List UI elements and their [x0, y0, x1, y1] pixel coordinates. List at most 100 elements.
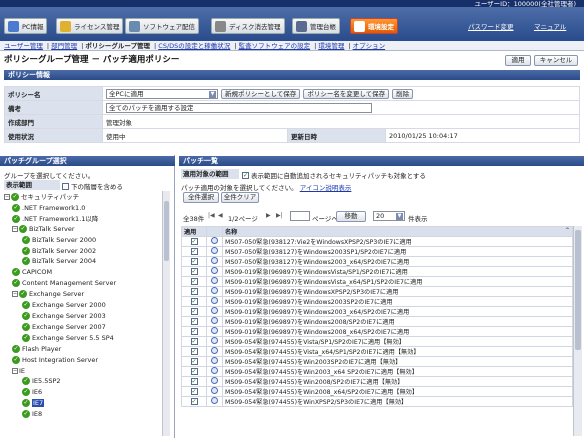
apply-cell[interactable]: ✓ — [181, 366, 207, 377]
table-row[interactable]: ✓ MS09-054緊急(974455)をVista_x64/SP1/SP2のIE… — [181, 346, 573, 357]
next-page-icon[interactable]: ▶ — [266, 212, 271, 219]
apply-cell[interactable]: ✓ — [181, 276, 207, 287]
table-row[interactable]: ✓ MS09-054緊急(974455)をWin2008_x64/SP2のIE7に… — [181, 386, 573, 397]
table-row[interactable]: ✓ MS07-050緊急(938127)をWindows2003_x64/SP2の… — [181, 256, 573, 267]
table-row[interactable]: ✓ MS09-019緊急(969897)をWindows2003SP2のIE7に適… — [181, 296, 573, 307]
subnav-option[interactable]: オプション — [353, 42, 386, 50]
note-input[interactable]: 全てのパッチを適用する設定 — [106, 102, 372, 113]
apply-cell[interactable]: ✓ — [181, 246, 207, 257]
checkbox[interactable]: ✓ — [190, 398, 198, 405]
tree-node[interactable]: ✓ IE5.5SP2 — [22, 377, 61, 385]
tree-node[interactable]: ✓ BizTalk Server 2000 — [22, 236, 96, 244]
collapse-icon[interactable]: − — [12, 368, 18, 374]
tree-node[interactable]: ✓ IE6 — [22, 388, 42, 396]
collapse-icon[interactable]: − — [4, 194, 10, 200]
apply-cell[interactable]: ✓ — [181, 266, 207, 277]
checkbox[interactable]: ✓ — [190, 318, 198, 325]
col-name-header[interactable]: 名称 ⌃ — [222, 226, 573, 237]
tree-node[interactable]: ✓ .NET Framework1.0 — [12, 204, 85, 212]
table-row[interactable]: ✓ MS09-054緊急(974455)をWin2003_x64 SP2のIE7に… — [181, 366, 573, 377]
page-number-input[interactable] — [290, 211, 310, 221]
table-row[interactable]: ✓ MS07-050緊急(938127)をWindows2003SP1/SP2のI… — [181, 246, 573, 257]
tree-scrollbar[interactable] — [162, 191, 170, 436]
checkbox[interactable]: ✓ — [190, 258, 198, 265]
apply-cell[interactable]: ✓ — [181, 316, 207, 327]
table-row[interactable]: ✓ MS09-019緊急(969897)をWindowsXPSP2/SP3のIE7… — [181, 286, 573, 297]
scrollbar-thumb[interactable] — [575, 230, 581, 350]
collapse-icon[interactable]: − — [12, 291, 18, 297]
tree-node[interactable]: ✓ Host Integration Server — [12, 356, 98, 364]
subnav-policy-group[interactable]: ポリシーグループ管理 — [85, 42, 150, 50]
tree-node[interactable]: − ✓ BizTalk Server — [12, 225, 75, 233]
prev-page-icon[interactable]: ◀ — [218, 212, 223, 219]
first-page-icon[interactable]: |◀ — [208, 212, 215, 219]
table-row[interactable]: ✓ MS09-054緊急(974455)をWin2003SP2のIE7に適用【無効… — [181, 356, 573, 367]
checkbox[interactable]: ✓ — [242, 171, 249, 179]
checkbox[interactable]: ✓ — [190, 328, 198, 335]
checkbox[interactable]: ✓ — [190, 388, 198, 395]
per-page-select[interactable]: 20 ▼ — [373, 211, 405, 221]
tree-node[interactable]: ✓ CAPICOM — [12, 268, 52, 276]
table-row[interactable]: ✓ MS09-019緊急(969897)をWindowsVista_x64/SP1… — [181, 276, 573, 287]
scope-checkbox[interactable]: ✓ 表示範囲に自動追加されるセキュリティパッチも対象とする — [242, 170, 426, 180]
sort-icon[interactable]: ⌃ — [565, 228, 570, 235]
subnav-user[interactable]: ユーザー管理 — [4, 42, 43, 50]
checkbox[interactable]: ✓ — [190, 278, 198, 285]
col-apply-header[interactable]: 適用 — [181, 226, 207, 237]
checkbox[interactable]: ✓ — [190, 368, 198, 375]
tree-node[interactable]: ✓ Exchange Server 2003 — [22, 312, 106, 320]
tab-disk-erase[interactable]: ディスク消去管理 — [211, 18, 285, 34]
tree-node[interactable]: ✓ Exchange Server 2007 — [22, 323, 106, 331]
apply-cell[interactable]: ✓ — [181, 356, 207, 367]
tree-node[interactable]: ✓ IE8 — [22, 410, 42, 418]
tree-node[interactable]: ✓ BizTalk Server 2002 — [22, 247, 96, 255]
apply-cell[interactable]: ✓ — [181, 386, 207, 397]
table-row[interactable]: ✓ MS09-054緊急(974455)をWinXPSP2/SP3のIE7に適用【… — [181, 396, 573, 407]
delete-button[interactable]: 削除 — [392, 88, 414, 99]
policy-name-select[interactable]: 全PCに適用 ▼ — [106, 88, 218, 99]
tab-pc-info[interactable]: PC情報 — [4, 18, 48, 34]
tab-ledger[interactable]: 管理台帳 — [292, 18, 340, 34]
tree-node[interactable]: − ✓ Exchange Server — [12, 290, 84, 298]
apply-cell[interactable]: ✓ — [181, 336, 207, 347]
apply-cell[interactable]: ✓ — [181, 306, 207, 317]
tree-node[interactable]: ✓ Flash Player — [12, 345, 61, 353]
apply-cell[interactable]: ✓ — [181, 286, 207, 297]
table-row[interactable]: ✓ MS09-054緊急(974455)をWin2008/SP2のIE7に適用【無… — [181, 376, 573, 387]
checkbox[interactable]: ✓ — [190, 348, 198, 355]
last-page-icon[interactable]: ▶| — [276, 212, 283, 219]
apply-cell[interactable]: ✓ — [181, 346, 207, 357]
apply-cell[interactable]: ✓ — [181, 396, 207, 407]
move-button[interactable]: 移動 — [336, 211, 366, 222]
table-row[interactable]: ✓ MS09-019緊急(969897)をWindowsVista/SP1/SP2… — [181, 266, 573, 277]
patch-scrollbar[interactable] — [573, 226, 582, 436]
clear-all-button[interactable]: 全件クリア — [221, 192, 259, 203]
icon-legend-link[interactable]: アイコン説明表示 — [300, 184, 352, 192]
subnav-env[interactable]: 環境管理 — [318, 42, 344, 50]
tab-software-delivery[interactable]: ソフトウェア配信 — [125, 18, 199, 34]
cancel-button[interactable]: キャンセル — [534, 55, 578, 66]
checkbox[interactable]: ✓ — [190, 378, 198, 385]
collapse-icon[interactable]: − — [12, 226, 18, 232]
table-row[interactable]: ✓ MS09-019緊急(969897)をWindows2008/SP2のIE7に… — [181, 316, 573, 327]
table-row[interactable]: ✓ MS09-019緊急(969897)をWindows2003_x64/SP2の… — [181, 306, 573, 317]
apply-cell[interactable]: ✓ — [181, 326, 207, 337]
include-lower-checkbox[interactable]: 下の階層を含める — [62, 181, 123, 191]
table-row[interactable]: ✓ MS09-054緊急(974455)をVista/SP1/SP2のIE7に適用… — [181, 336, 573, 347]
rename-save-button[interactable]: ポリシー名を変更して保存 — [303, 88, 390, 99]
save-new-policy-button[interactable]: 新規ポリシーとして保存 — [221, 88, 301, 99]
subnav-audit[interactable]: 監査ソフトウェアの設定 — [239, 42, 311, 50]
apply-cell[interactable]: ✓ — [181, 296, 207, 307]
checkbox[interactable]: ✓ — [190, 268, 198, 275]
tree-node[interactable]: − IE — [12, 367, 25, 375]
apply-cell[interactable]: ✓ — [181, 236, 207, 247]
subnav-csds[interactable]: CS/DSの設定と稼働状況 — [158, 42, 230, 50]
password-change-link[interactable]: パスワード変更 — [468, 21, 514, 31]
tab-license[interactable]: ライセンス管理 — [56, 18, 124, 34]
tree-node[interactable]: ✓ .NET Framework1.1以降 — [12, 215, 98, 223]
tree-node[interactable]: ✓ Exchange Server 2000 — [22, 301, 106, 309]
checkbox[interactable]: ✓ — [190, 308, 198, 315]
checkbox[interactable]: ✓ — [190, 298, 198, 305]
checkbox[interactable]: ✓ — [190, 238, 198, 245]
table-row[interactable]: ✓ MS09-019緊急(969897)をWindows2008_x64/SP2の… — [181, 326, 573, 337]
